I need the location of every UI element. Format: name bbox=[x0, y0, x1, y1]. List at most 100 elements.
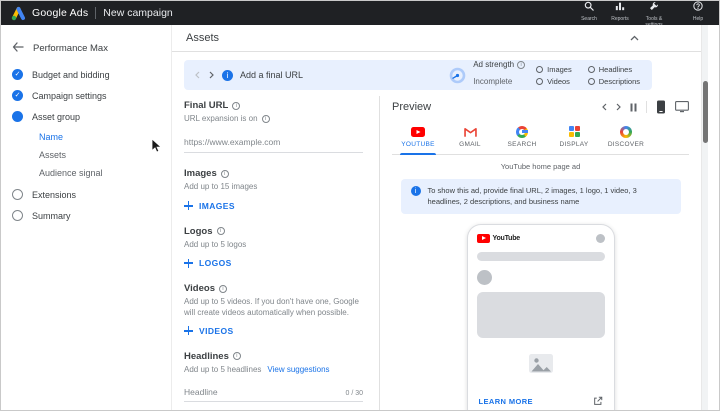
learn-more-button[interactable]: LEARN MORE bbox=[479, 397, 533, 406]
images-hint: Add up to 15 images bbox=[184, 182, 258, 192]
page-title: New campaign bbox=[103, 7, 173, 19]
images-section: Images Add up to 15 images IMAGES bbox=[184, 168, 363, 211]
assets-panel-header[interactable]: Assets bbox=[172, 25, 701, 52]
notice-text: To show this ad, provide final URL, 2 im… bbox=[427, 186, 637, 206]
preview-title: Preview bbox=[392, 101, 432, 113]
google-ads-logo-icon[interactable] bbox=[9, 6, 25, 21]
substep-assets[interactable]: Assets bbox=[39, 146, 171, 164]
plus-icon bbox=[184, 326, 193, 336]
tab-search[interactable]: SEARCH bbox=[496, 122, 548, 154]
headlines-section: Headlines Add up to 5 headlines View sug… bbox=[184, 351, 363, 410]
add-logos-button[interactable]: LOGOS bbox=[184, 258, 363, 268]
google-g-icon bbox=[516, 125, 528, 138]
step-complete-icon bbox=[12, 69, 23, 80]
chevron-left-icon[interactable] bbox=[194, 71, 201, 79]
checklist-item-videos: Videos bbox=[536, 77, 572, 86]
step-label: Summary bbox=[32, 210, 71, 221]
scrollbar-thumb[interactable] bbox=[703, 81, 708, 143]
step-asset-group[interactable]: Asset group bbox=[1, 106, 171, 127]
action-label: Search bbox=[581, 15, 597, 22]
help-icon bbox=[693, 1, 703, 16]
tab-gmail[interactable]: GMAIL bbox=[444, 122, 496, 154]
ad-strength-label: Ad strength bbox=[473, 60, 515, 69]
topbar-tools-settings-button[interactable]: Tools & settings bbox=[640, 1, 668, 28]
info-icon bbox=[410, 186, 421, 196]
circle-icon bbox=[587, 65, 595, 73]
view-suggestions-link[interactable]: View suggestions bbox=[267, 365, 329, 375]
assets-panel: Assets Add a final URL Ad strength bbox=[171, 25, 701, 410]
phone-mockup: YouTube LEARN MORE bbox=[466, 224, 615, 410]
action-label: Reports bbox=[611, 15, 629, 22]
youtube-wordmark: YouTube bbox=[492, 235, 521, 242]
info-icon[interactable] bbox=[218, 284, 227, 293]
substep-audience-signal[interactable]: Audience signal bbox=[39, 164, 171, 182]
placeholder-bar bbox=[476, 252, 605, 261]
headline-input[interactable]: Headline 0 / 30 bbox=[184, 387, 363, 403]
final-url-input[interactable] bbox=[184, 137, 363, 154]
placeholder-video-block bbox=[476, 292, 605, 338]
topbar-divider bbox=[95, 7, 97, 19]
display-icon bbox=[568, 125, 580, 138]
topbar: Google Ads New campaign Search Reports T… bbox=[1, 1, 719, 28]
info-icon[interactable] bbox=[232, 101, 241, 110]
circle-icon bbox=[536, 77, 544, 85]
asset-form-column: Final URL URL expansion is on Images Add… bbox=[172, 96, 380, 410]
circle-icon bbox=[587, 77, 595, 85]
campaign-stepper-sidebar: Performance Max Budget and bidding Campa… bbox=[1, 25, 171, 410]
placeholder-channel-avatar bbox=[476, 270, 492, 285]
step-extensions[interactable]: Extensions bbox=[1, 184, 171, 205]
info-icon[interactable] bbox=[220, 169, 229, 178]
avatar bbox=[595, 234, 605, 243]
ad-strength-gauge-icon bbox=[449, 67, 466, 84]
tab-discover[interactable]: DISCOVER bbox=[600, 122, 652, 154]
info-icon[interactable] bbox=[517, 61, 526, 69]
info-icon[interactable] bbox=[261, 115, 270, 124]
chevron-right-icon[interactable] bbox=[208, 71, 215, 79]
add-images-button[interactable]: IMAGES bbox=[184, 201, 363, 211]
youtube-logo: YouTube bbox=[476, 234, 521, 243]
headlines-label: Headlines bbox=[184, 350, 229, 362]
external-link-icon[interactable] bbox=[593, 396, 603, 406]
reports-icon bbox=[615, 1, 625, 16]
step-summary[interactable]: Summary bbox=[1, 205, 171, 226]
checklist-label: Videos bbox=[547, 76, 570, 86]
youtube-play-icon bbox=[476, 234, 490, 243]
substep-name[interactable]: Name bbox=[39, 128, 171, 146]
topbar-reports-button[interactable]: Reports bbox=[609, 1, 631, 23]
ad-image-slot bbox=[477, 338, 605, 394]
checklist-label: Images bbox=[547, 64, 572, 74]
step-label: Asset group bbox=[32, 111, 81, 122]
plus-icon bbox=[184, 258, 193, 268]
vertical-scrollbar[interactable] bbox=[701, 25, 708, 410]
add-videos-button[interactable]: VIDEOS bbox=[184, 326, 363, 336]
logos-section: Logos Add up to 5 logos LOGOS bbox=[184, 226, 363, 268]
info-icon[interactable] bbox=[216, 227, 225, 236]
step-label: Budget and bidding bbox=[32, 69, 110, 80]
circle-icon bbox=[536, 65, 544, 73]
checklist-item-headlines: Headlines bbox=[587, 64, 640, 74]
tab-youtube[interactable]: YOUTUBE bbox=[392, 122, 444, 155]
character-counter: 0 / 30 bbox=[345, 390, 363, 398]
desktop-preview-icon[interactable] bbox=[675, 101, 689, 113]
chevron-right-icon[interactable] bbox=[616, 103, 621, 111]
tab-display[interactable]: DISPLAY bbox=[548, 122, 600, 154]
headline-placeholder: Headline bbox=[184, 387, 218, 398]
brand-name: Google Ads bbox=[32, 7, 89, 19]
topbar-help-button[interactable]: Help bbox=[687, 1, 709, 23]
pause-icon[interactable] bbox=[630, 103, 637, 112]
button-label: IMAGES bbox=[199, 200, 235, 211]
display-icon-part bbox=[574, 126, 580, 131]
videos-label: Videos bbox=[184, 283, 215, 295]
mobile-preview-icon[interactable] bbox=[656, 100, 666, 114]
preview-caption: YouTube home page ad bbox=[500, 162, 581, 171]
chevron-left-icon[interactable] bbox=[602, 103, 607, 111]
info-icon[interactable] bbox=[232, 352, 241, 361]
chevron-up-icon[interactable] bbox=[630, 35, 639, 41]
step-label: Campaign settings bbox=[32, 90, 107, 101]
topbar-search-button[interactable]: Search bbox=[578, 1, 600, 23]
back-to-performance-max[interactable]: Performance Max bbox=[1, 35, 171, 64]
checklist-label: Headlines bbox=[598, 64, 633, 74]
step-budget-and-bidding[interactable]: Budget and bidding bbox=[1, 64, 171, 85]
tab-label: DISCOVER bbox=[607, 141, 645, 148]
step-campaign-settings[interactable]: Campaign settings bbox=[1, 85, 171, 106]
